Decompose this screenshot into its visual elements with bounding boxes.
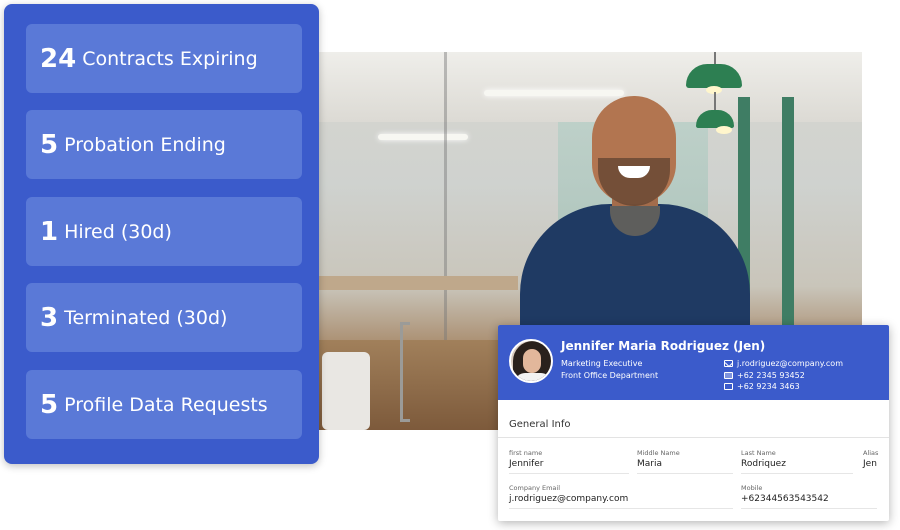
stat-probation-ending[interactable]: 5 Probation Ending [26,110,302,179]
stat-terminated[interactable]: 3 Terminated (30d) [26,283,302,352]
mobile-value: +62344563543542 [741,494,829,504]
stat-profile-data-requests[interactable]: 5 Profile Data Requests [26,370,302,439]
photo-chair [322,352,370,430]
contact-phone-2[interactable]: +62 9234 3463 [724,382,800,391]
field-underline [741,508,877,509]
ceiling-light [378,134,468,140]
mobile-label: Mobile [741,484,763,492]
stat-hired[interactable]: 1 Hired (30d) [26,197,302,266]
general-info-title: General Info [509,419,571,430]
first-name-value: Jennifer [509,459,544,469]
company-email-value: j.rodriguez@company.com [509,494,629,504]
middle-name-value: Maria [637,459,662,469]
section-divider [498,437,889,438]
alias-value: Jen [863,459,877,469]
employee-role: Marketing Executive [561,359,643,368]
stat-label: Profile Data Requests [64,393,268,416]
alias-label: Alias [863,449,879,457]
contact-phone-1[interactable]: +62 2345 93452 [724,371,805,380]
stat-label: Terminated (30d) [64,306,228,329]
employee-profile-card: Jennifer Maria Rodriguez (Jen) Marketing… [498,325,889,521]
stat-contracts-expiring[interactable]: 24 Contracts Expiring [26,24,302,93]
green-column [782,97,794,337]
profile-header: Jennifer Maria Rodriguez (Jen) Marketing… [498,325,889,400]
lamp-cord [714,52,716,64]
contact-email[interactable]: j.rodriguez@company.com [724,359,843,368]
stat-count: 3 [40,302,59,333]
field-underline [509,473,629,474]
avatar [509,339,553,383]
field-underline [637,473,733,474]
company-email-label: Company Email [509,484,561,492]
stat-count: 5 [40,389,59,420]
middle-name-label: Middle Name [637,449,680,457]
employee-name: Jennifer Maria Rodriguez (Jen) [561,339,766,353]
door-handle [400,322,410,422]
green-lamp [686,64,742,94]
phone-icon [724,383,733,390]
phone-icon [724,372,733,379]
stat-count: 24 [40,43,77,74]
stat-label: Hired (30d) [64,220,172,243]
smiling-man [520,94,750,374]
stat-count: 5 [40,129,59,160]
stat-label: Probation Ending [64,133,226,156]
employee-department: Front Office Department [561,371,659,380]
first-name-label: first name [509,449,543,457]
contact-phone-1-text: +62 2345 93452 [737,371,805,380]
last-name-value: Rodriquez [741,459,786,469]
field-underline [509,508,733,509]
stats-panel: 24 Contracts Expiring 5 Probation Ending… [4,4,319,464]
last-name-label: Last Name [741,449,776,457]
contact-phone-2-text: +62 9234 3463 [737,382,800,391]
mail-icon [724,360,733,367]
stat-label: Contracts Expiring [82,47,258,70]
stat-count: 1 [40,216,59,247]
field-underline [741,473,853,474]
photo-desk [318,276,518,290]
contact-email-text: j.rodriguez@company.com [737,359,843,368]
